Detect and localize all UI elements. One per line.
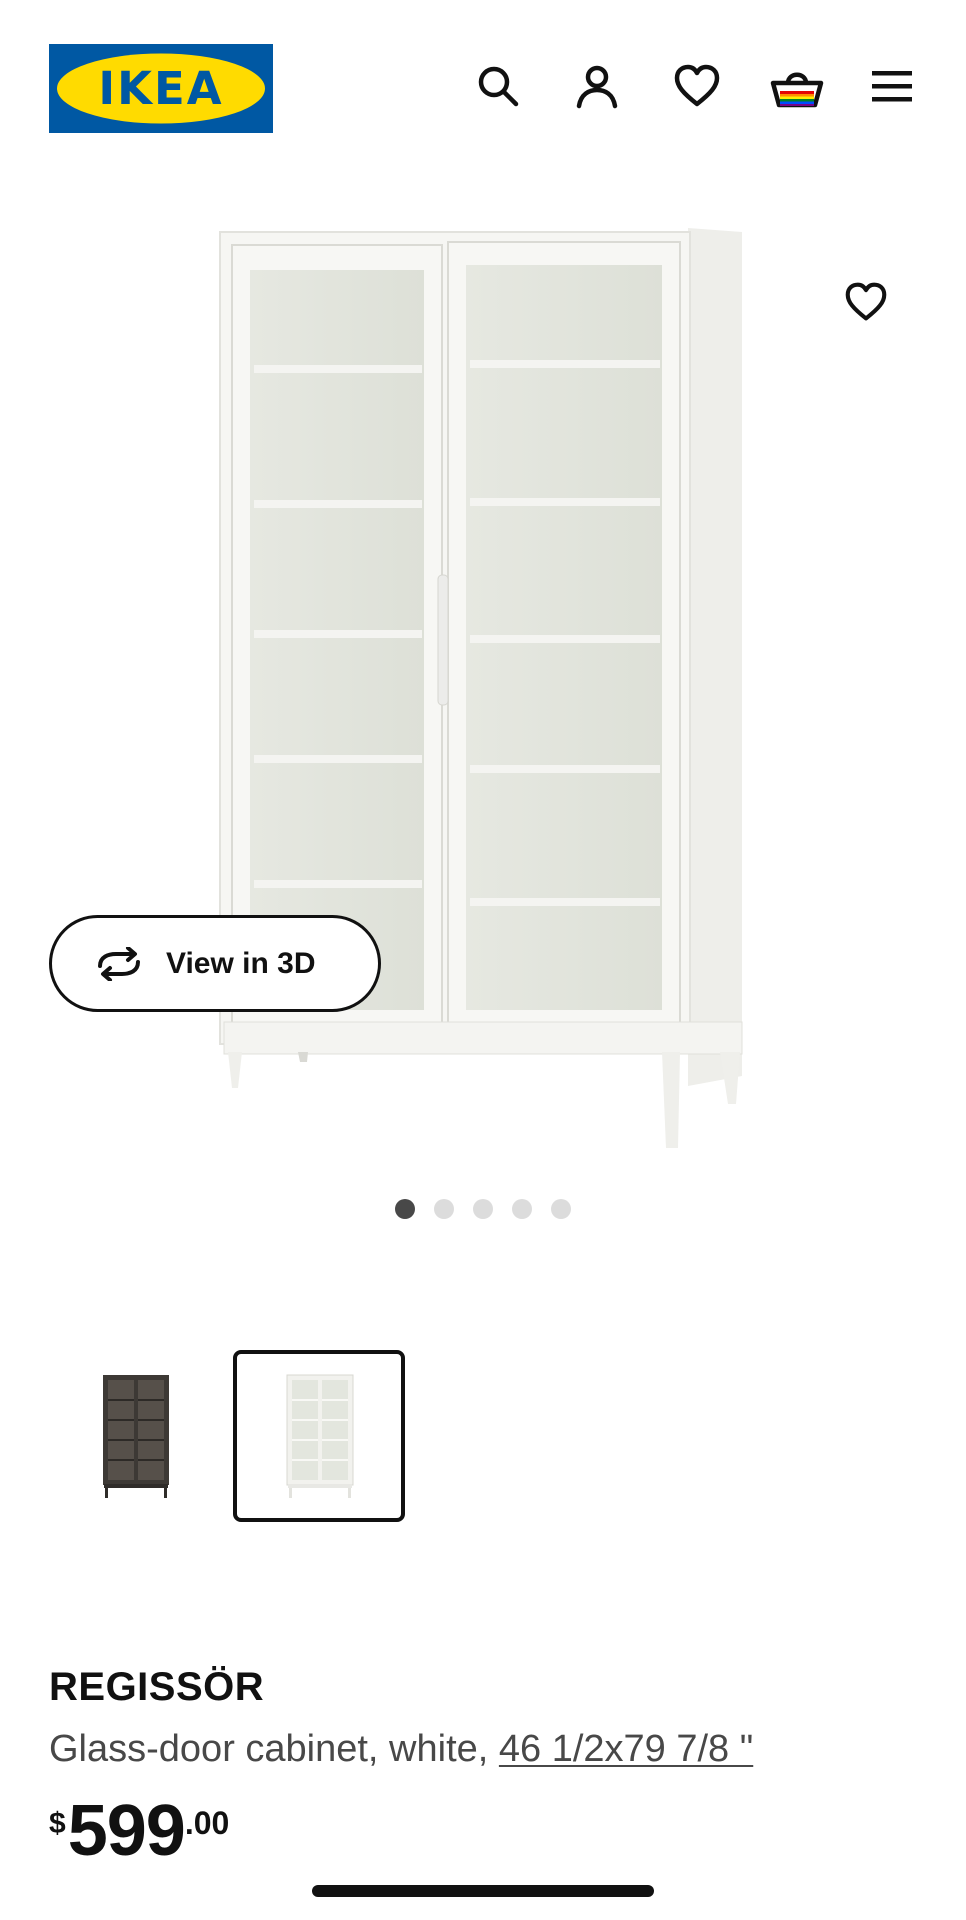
dark-cabinet-thumbnail <box>103 1375 169 1498</box>
rotate-3d-icon <box>98 946 140 981</box>
ikea-logo[interactable]: IKEA <box>49 44 273 133</box>
price-currency: $ <box>49 1807 66 1840</box>
view-in-3d-label: View in 3D <box>166 946 316 980</box>
search-icon[interactable] <box>468 56 528 116</box>
product-name: REGISSÖR <box>49 1665 265 1709</box>
carousel-pagination <box>0 1199 966 1223</box>
carousel-dot[interactable] <box>512 1199 532 1219</box>
price-whole: 599 <box>67 1791 186 1871</box>
menu-icon[interactable] <box>862 56 922 116</box>
product-size-link[interactable]: 46 1/2x79 7/8 " <box>499 1728 753 1770</box>
carousel-dot[interactable] <box>473 1199 493 1219</box>
add-to-favorites-button[interactable] <box>836 272 896 332</box>
heart-outline-icon <box>845 282 887 321</box>
product-description: Glass-door cabinet, white, 46 1/2x79 7/8… <box>49 1728 753 1771</box>
view-in-3d-button[interactable]: View in 3D <box>49 915 381 1012</box>
cart-icon[interactable] <box>767 56 827 116</box>
price-cents: .00 <box>184 1805 230 1841</box>
product-description-text: Glass-door cabinet, white, <box>49 1728 499 1770</box>
carousel-dot[interactable] <box>395 1199 415 1219</box>
variant-thumbnail-white[interactable] <box>233 1350 405 1522</box>
variant-thumbnail-dark[interactable] <box>49 1350 221 1522</box>
logo-text: IKEA <box>98 62 224 115</box>
carousel-dot[interactable] <box>434 1199 454 1219</box>
product-main-image[interactable] <box>200 210 760 1170</box>
white-cabinet-thumbnail <box>286 1374 354 1498</box>
cabinet-illustration <box>219 228 743 1148</box>
account-icon[interactable] <box>567 56 627 116</box>
carousel-dot[interactable] <box>551 1199 571 1219</box>
product-price: $ 599 .00 <box>49 1795 229 1867</box>
home-indicator[interactable] <box>312 1885 654 1897</box>
favorites-icon[interactable] <box>667 56 727 116</box>
